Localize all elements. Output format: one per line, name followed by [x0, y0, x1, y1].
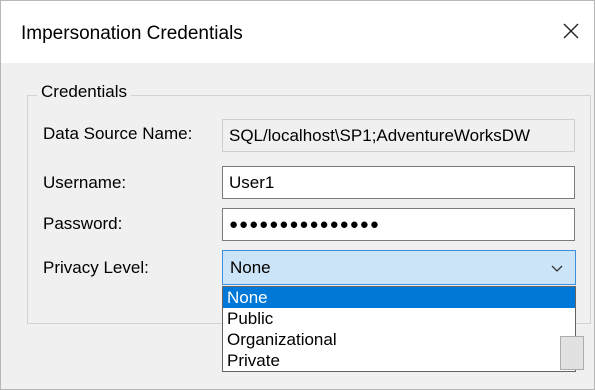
close-button[interactable]	[553, 13, 589, 49]
data-source-field: SQL/localhost\SP1;AdventureWorksDW	[222, 119, 575, 152]
password-input[interactable]: ●●●●●●●●●●●●●●●	[222, 208, 575, 241]
dialog-title: Impersonation Credentials	[21, 23, 243, 44]
password-label: Password:	[43, 214, 123, 233]
privacy-option-organizational[interactable]: Organizational	[223, 329, 575, 350]
username-label: Username:	[43, 173, 127, 192]
privacy-level-label: Privacy Level:	[43, 258, 149, 277]
privacy-level-dropdown: None Public Organizational Private	[222, 286, 576, 372]
username-input[interactable]: User1	[222, 166, 575, 199]
title-bar: Impersonation Credentials	[1, 1, 594, 63]
privacy-level-select[interactable]: None	[222, 250, 576, 285]
credentials-legend: Credentials	[37, 82, 131, 102]
privacy-option-none[interactable]: None	[223, 287, 575, 308]
privacy-level-selected: None	[230, 257, 271, 277]
privacy-option-public[interactable]: Public	[223, 308, 575, 329]
privacy-option-private[interactable]: Private	[223, 350, 575, 371]
ok-button[interactable]	[560, 336, 584, 370]
data-source-label: Data Source Name:	[43, 124, 193, 143]
chevron-down-icon	[551, 265, 563, 272]
close-icon	[563, 23, 579, 39]
